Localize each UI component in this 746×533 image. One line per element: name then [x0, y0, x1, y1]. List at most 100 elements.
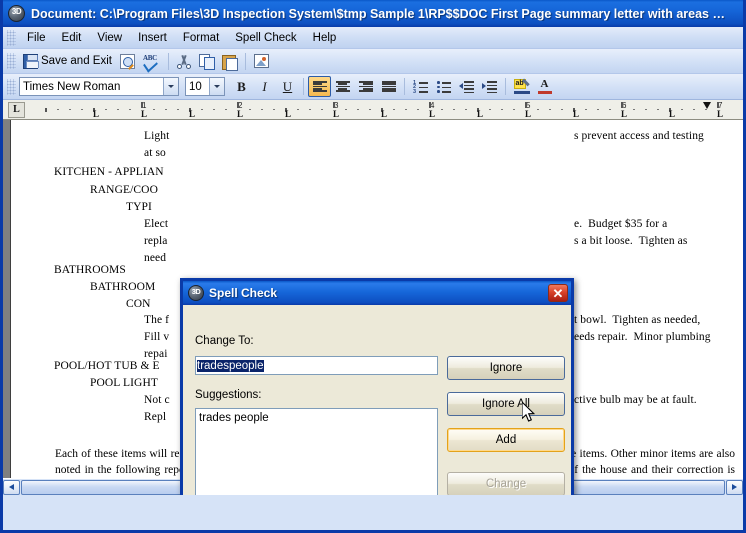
copy-icon — [198, 53, 215, 70]
bold-label: B — [237, 78, 246, 94]
ruler-track[interactable]: 1234567LLLLLLLLLLLLLL — [25, 100, 743, 119]
ruler-dot — [597, 108, 599, 110]
font-color-button[interactable]: A — [533, 76, 556, 97]
scroll-left-arrow-icon[interactable] — [3, 479, 20, 495]
ruler-dot — [645, 108, 647, 110]
decrease-indent-icon — [459, 81, 474, 94]
ruler-dot — [369, 108, 371, 110]
ruler-tab-stop[interactable]: L — [93, 109, 99, 118]
font-name-select[interactable]: Times New Roman — [19, 77, 179, 96]
floppy-disk-icon — [23, 53, 39, 69]
increase-indent-icon — [482, 81, 497, 94]
scroll-right-arrow-icon[interactable] — [726, 479, 743, 495]
insert-image-button[interactable] — [250, 51, 273, 72]
menu-grip-handle[interactable] — [7, 29, 16, 46]
ruler-tick — [333, 101, 335, 108]
numbered-list-button[interactable]: 1 2 3 — [409, 76, 432, 97]
document-line: BATHROOM — [90, 281, 156, 293]
ruler-tab-stop[interactable]: L — [477, 109, 483, 118]
ruler-dot — [549, 108, 551, 110]
menu-item-file[interactable]: File — [19, 30, 54, 46]
format-separator-1 — [303, 78, 304, 95]
change-to-input[interactable]: tradespeople — [195, 356, 438, 375]
ruler-dot — [357, 108, 359, 110]
font-color-icon: A — [537, 78, 552, 94]
ruler-dot — [309, 108, 311, 110]
highlighter-icon: ab — [513, 78, 530, 94]
align-left-button[interactable] — [308, 76, 331, 97]
menu-item-help[interactable]: Help — [305, 30, 345, 46]
underline-button[interactable]: U — [276, 76, 299, 97]
cut-button[interactable] — [173, 51, 195, 72]
document-canvas[interactable]: Repl ctive bulb may be at fault. Not c POOL… — [3, 120, 743, 495]
paste-button[interactable] — [218, 51, 241, 72]
ruler-dot — [225, 108, 227, 110]
ruler-dot — [537, 108, 539, 110]
add-button[interactable]: Add — [447, 428, 565, 452]
tab-stop-selector[interactable]: L — [8, 101, 25, 118]
document-line: repai — [144, 348, 168, 360]
format-separator-2 — [404, 78, 405, 95]
menu-item-view[interactable]: View — [89, 30, 130, 46]
dialog-title: Spell Check — [209, 286, 278, 300]
document-line: Fill v — [144, 331, 170, 343]
bulleted-list-button[interactable] — [432, 76, 455, 97]
save-and-exit-button[interactable]: Save and Exit — [19, 51, 116, 72]
document-editor-window: 3D Document: C:\Program Files\3D Inspect… — [0, 0, 746, 533]
italic-button[interactable]: I — [253, 76, 276, 97]
print-preview-button[interactable] — [116, 51, 139, 72]
ruler-tab-stop[interactable]: L — [669, 109, 675, 118]
ruler-tab-stop[interactable]: L — [717, 109, 723, 118]
ruler-dot — [693, 108, 695, 110]
format-toolbar-grip-handle[interactable] — [7, 78, 16, 95]
document-line: POOL LIGHT — [90, 377, 158, 389]
ruler-tab-stop[interactable]: L — [429, 109, 435, 118]
bold-button[interactable]: B — [230, 76, 253, 97]
ruler-tab-stop[interactable]: L — [189, 109, 195, 118]
font-size-select[interactable]: 10 — [185, 77, 225, 96]
right-indent-marker[interactable] — [703, 101, 711, 109]
ruler-tab-stop[interactable]: L — [573, 109, 579, 118]
main-toolbar: Save and Exit ABC — [3, 49, 743, 74]
highlight-button[interactable]: ab — [510, 76, 533, 97]
menu-item-format[interactable]: Format — [175, 30, 227, 46]
ignore-all-button[interactable]: Ignore All — [447, 392, 565, 416]
document-line: at so — [144, 147, 166, 159]
align-center-button[interactable] — [331, 76, 354, 97]
menu-item-insert[interactable]: Insert — [130, 30, 175, 46]
ruler-tab-stop[interactable]: L — [333, 109, 339, 118]
align-right-icon — [358, 81, 373, 92]
increase-indent-button[interactable] — [478, 76, 501, 97]
ruler-dot — [129, 108, 131, 110]
ruler-tab-stop[interactable]: L — [525, 109, 531, 118]
ignore-button[interactable]: Ignore — [447, 356, 565, 380]
ruler-tab-stop[interactable]: L — [285, 109, 291, 118]
menu-item-spell-check[interactable]: Spell Check — [227, 30, 304, 46]
decrease-indent-button[interactable] — [455, 76, 478, 97]
spell-check-button[interactable]: ABC — [139, 51, 164, 73]
chevron-down-icon[interactable] — [163, 78, 178, 95]
ruler-dot — [69, 108, 71, 110]
ruler-tab-stop[interactable]: L — [381, 109, 387, 118]
bulleted-list-icon — [436, 81, 451, 93]
document-line: POOL/HOT TUB & E — [54, 360, 160, 372]
chevron-down-icon-size[interactable] — [209, 78, 224, 95]
save-and-exit-label: Save and Exit — [41, 55, 112, 67]
menu-item-edit[interactable]: Edit — [54, 30, 90, 46]
align-justify-button[interactable] — [377, 76, 400, 97]
ruler-dot — [321, 108, 323, 110]
align-right-button[interactable] — [354, 76, 377, 97]
align-center-icon — [335, 81, 350, 92]
toolbar-grip-handle[interactable] — [7, 53, 16, 69]
dialog-body: Change To: tradespeople Suggestions: tra… — [183, 305, 571, 495]
copy-button[interactable] — [195, 51, 218, 72]
ruler-tab-stop[interactable]: L — [237, 109, 243, 118]
ruler-dot — [261, 108, 263, 110]
document-line: Light — [144, 130, 170, 142]
suggestions-list[interactable]: trades people — [195, 408, 438, 495]
ruler-tab-stop[interactable]: L — [621, 109, 627, 118]
ruler-tab-stop[interactable]: L — [141, 109, 147, 118]
list-item[interactable]: trades people — [199, 411, 437, 425]
dialog-title-bar[interactable]: 3D Spell Check ✕ — [183, 281, 571, 305]
close-icon[interactable]: ✕ — [548, 284, 568, 302]
